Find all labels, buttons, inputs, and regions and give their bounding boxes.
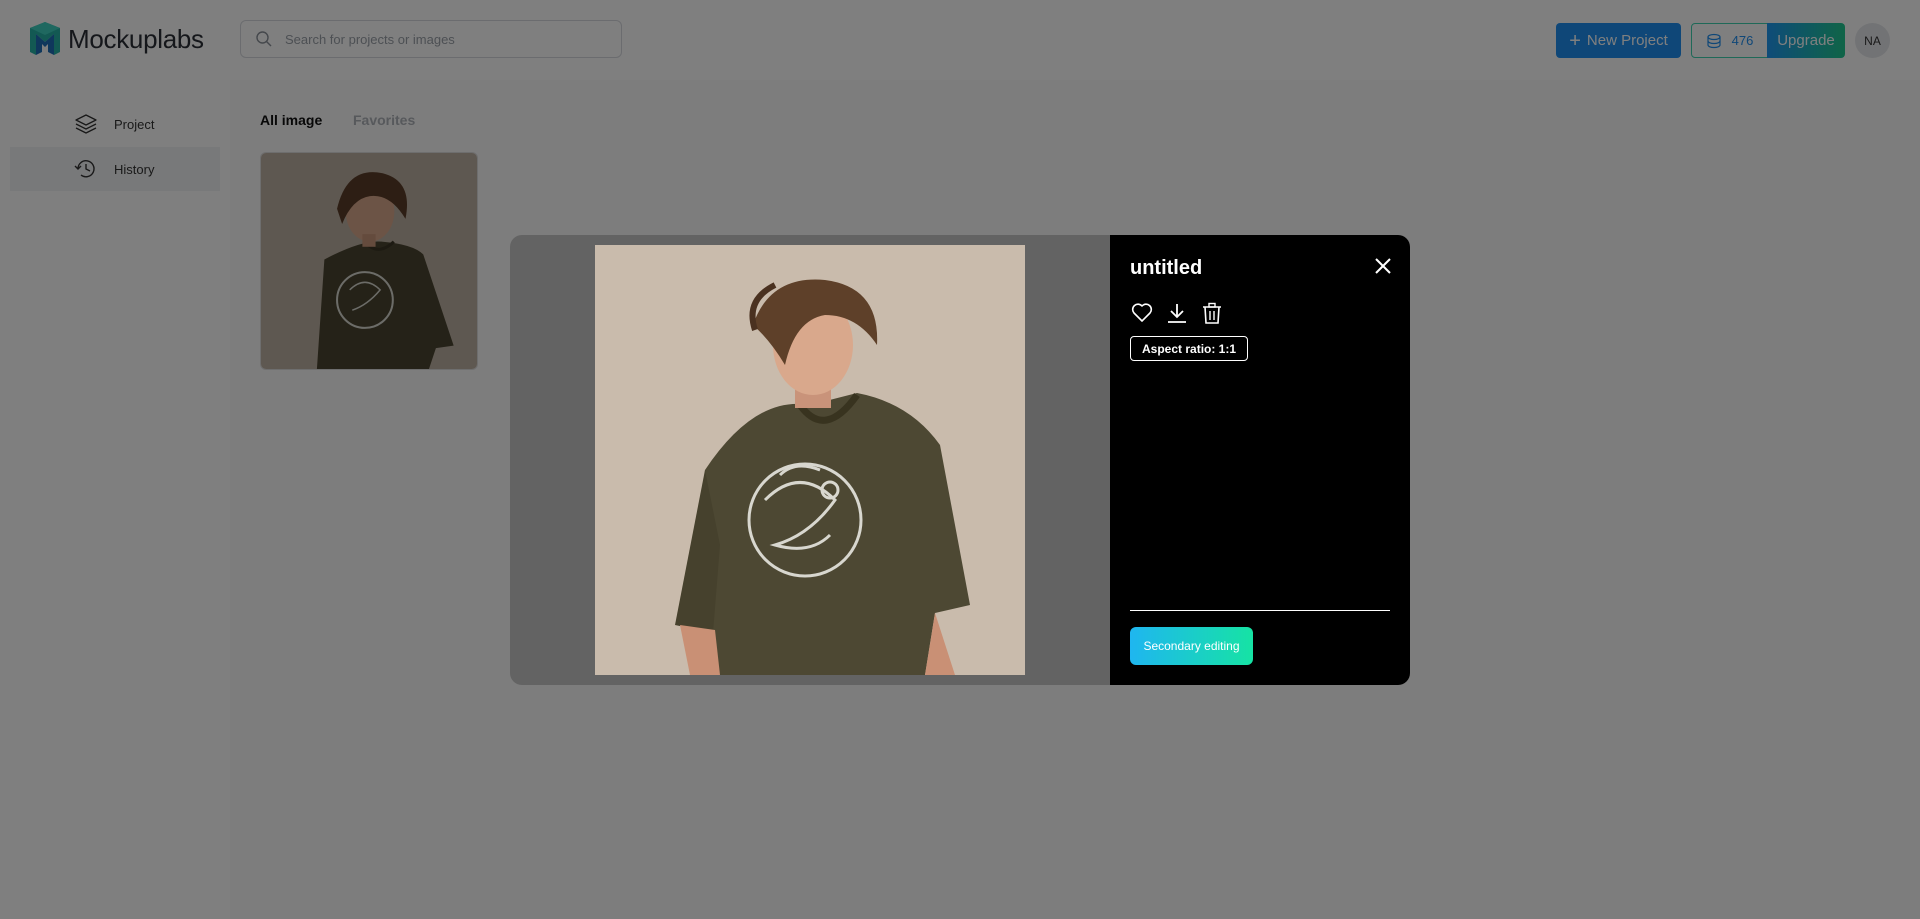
image-title: untitled — [1130, 257, 1203, 279]
image-actions — [1130, 301, 1235, 325]
aspect-ratio-badge: Aspect ratio: 1:1 — [1130, 336, 1249, 361]
modal-details-panel: untitled Aspect ratio: 1:1 Secondary edi… — [1110, 235, 1410, 685]
modal-image-panel — [510, 235, 1110, 685]
heart-icon[interactable] — [1130, 301, 1154, 325]
download-icon[interactable] — [1165, 301, 1189, 325]
image-preview-modal: untitled Aspect ratio: 1:1 Secondary edi… — [510, 235, 1410, 685]
preview-photo — [595, 245, 1025, 675]
trash-icon[interactable] — [1200, 301, 1224, 325]
divider — [1130, 610, 1390, 611]
preview-image — [595, 245, 1025, 675]
close-icon[interactable] — [1372, 255, 1394, 277]
secondary-editing-button[interactable]: Secondary editing — [1130, 627, 1253, 665]
